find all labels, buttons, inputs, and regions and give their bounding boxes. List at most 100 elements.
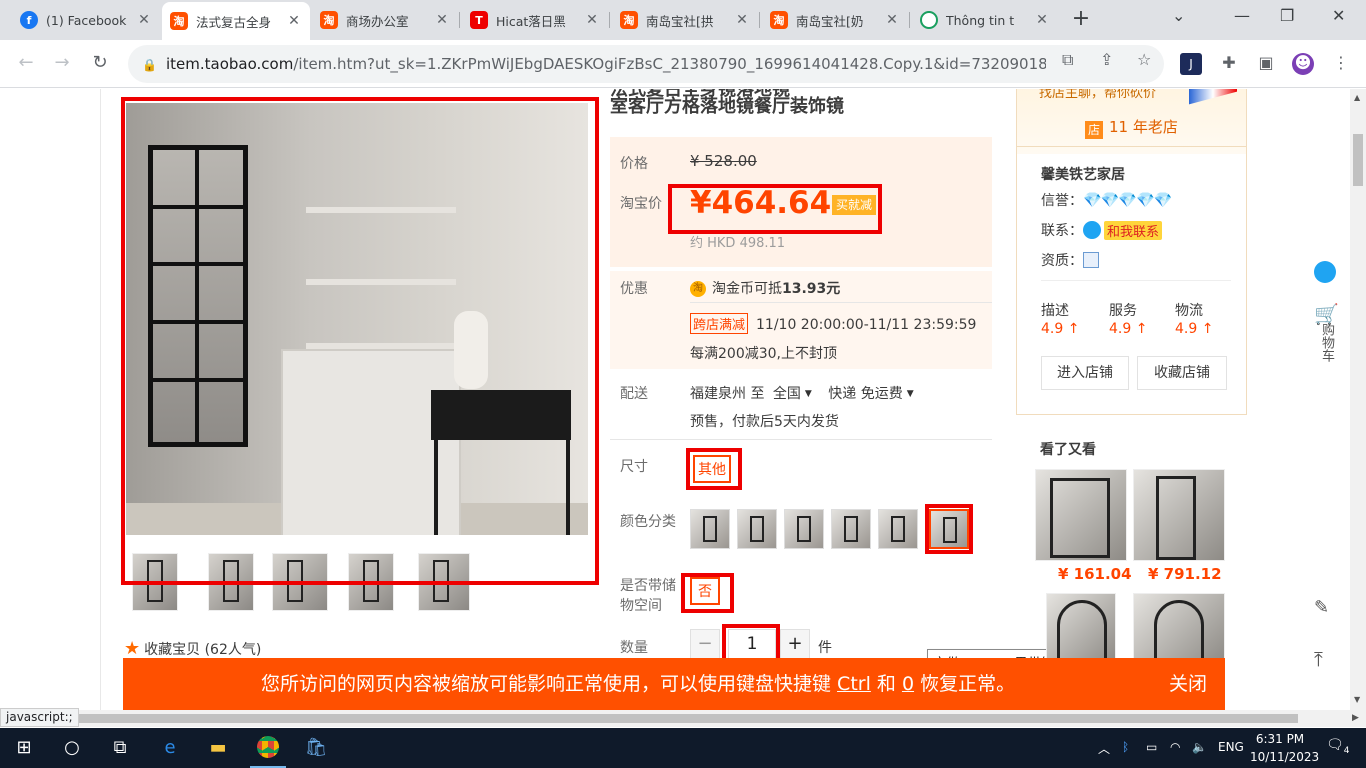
aliwangwang-icon[interactable] xyxy=(1083,221,1101,239)
puzzle-icon[interactable]: ✚ xyxy=(1218,53,1240,75)
search-icon[interactable]: ○ xyxy=(60,736,84,760)
promo-label: 优惠 xyxy=(620,281,648,297)
tab-search-icon[interactable]: ⌄ xyxy=(1172,6,1185,25)
share-icon[interactable]: ⇪ xyxy=(1100,50,1113,69)
horizontal-scrollbar[interactable]: ▶ xyxy=(0,710,1366,727)
vertical-scrollbar[interactable]: ▲ ▼ xyxy=(1350,89,1366,710)
tab-tmall[interactable]: T Hicat落日黑 ✕ xyxy=(462,4,608,36)
storage-option-no[interactable]: 否 xyxy=(690,577,720,605)
language-indicator[interactable]: ENG xyxy=(1218,740,1244,754)
close-tab-icon[interactable]: ✕ xyxy=(286,13,302,29)
product-title: 室客厅方格落地镜餐厅装饰镜 xyxy=(610,96,844,117)
restore-icon[interactable]: ❐ xyxy=(1280,6,1294,25)
recommend-item-1[interactable] xyxy=(1035,469,1127,561)
task-view-icon[interactable]: ⧉ xyxy=(108,736,132,760)
banner-close-button[interactable]: 关闭 xyxy=(1169,658,1207,710)
taobao-icon: 淘 xyxy=(170,12,188,30)
minimize-icon[interactable]: — xyxy=(1234,6,1250,25)
color-swatch-6-selected[interactable] xyxy=(929,509,969,549)
cart-sidebar[interactable]: 🛒 购物车 xyxy=(1314,304,1339,362)
shop-name[interactable]: 馨美铁艺家居 xyxy=(1041,164,1125,184)
promo-rule: 每满200减30,上不封顶 xyxy=(690,346,837,362)
customer-service-icon[interactable] xyxy=(1314,261,1336,287)
file-explorer-icon[interactable]: ▬ xyxy=(206,736,230,760)
translate-icon[interactable]: ⧉ xyxy=(1062,50,1073,70)
edge-icon[interactable]: e xyxy=(158,736,182,760)
thumbnail-3[interactable] xyxy=(272,553,328,611)
buy-discount-tag[interactable]: 买就减 xyxy=(832,195,877,215)
recommend-item-3[interactable] xyxy=(1046,593,1116,663)
browser-toolbar: ← → ↻ 🔒 item.taobao.com/item.htm?ut_sk=1… xyxy=(0,40,1366,88)
recommend-item-4[interactable] xyxy=(1133,593,1225,663)
collect-shop-button[interactable]: 收藏店铺 xyxy=(1137,356,1227,390)
profile-avatar[interactable]: ☻ xyxy=(1292,53,1314,75)
tab-taobao-4[interactable]: 淘 南岛宝社[奶 ✕ xyxy=(762,4,908,36)
tray-chevron-icon[interactable]: ︿ xyxy=(1098,740,1110,757)
feedback-pen-icon[interactable]: ✎ xyxy=(1314,597,1329,618)
favorite-item-link[interactable]: ★ 收藏宝贝 (62人气) xyxy=(124,638,261,659)
menu-kebab-icon[interactable]: ⋮ xyxy=(1330,53,1352,75)
horizontal-scroll-thumb[interactable] xyxy=(72,714,1298,723)
bookmark-star-icon[interactable]: ☆ xyxy=(1137,50,1151,69)
thumbnail-4[interactable] xyxy=(348,553,394,611)
quantity-input[interactable]: 1 xyxy=(728,629,776,659)
color-swatch-4[interactable] xyxy=(831,509,871,549)
approx-hkd-price: 约 HKD 498.11 xyxy=(690,236,786,251)
close-tab-icon[interactable]: ✕ xyxy=(584,12,600,28)
thumbnail-1[interactable] xyxy=(132,553,178,611)
thumbnail-2[interactable] xyxy=(208,553,254,611)
close-tab-icon[interactable]: ✕ xyxy=(884,12,900,28)
page-viewport: ★ 收藏宝贝 (62人气) 法式复古全身镜落地镜 室客厅方格落地镜餐厅装饰镜 价… xyxy=(0,89,1350,710)
color-swatch-1[interactable] xyxy=(690,509,730,549)
tab-taobao-3[interactable]: 淘 南岛宝社[拱 ✕ xyxy=(612,4,758,36)
enter-shop-button[interactable]: 进入店铺 xyxy=(1041,356,1129,390)
globe-icon xyxy=(920,11,938,29)
color-swatch-5[interactable] xyxy=(878,509,918,549)
tab-facebook[interactable]: f (1) Facebook ✕ xyxy=(12,4,160,36)
bluetooth-icon[interactable]: ᛒ xyxy=(1122,740,1129,754)
close-tab-icon[interactable]: ✕ xyxy=(434,12,450,28)
notification-icon[interactable]: 🗨4 xyxy=(1326,737,1350,756)
contact-seller-button[interactable]: 和我联系 xyxy=(1104,220,1163,240)
side-panel-icon[interactable]: ▣ xyxy=(1255,53,1277,75)
new-tab-button[interactable]: + xyxy=(1070,8,1092,30)
delivery-method-select[interactable]: 快递 免运费 ▼ xyxy=(828,386,913,402)
shop-contact: 联系： 和我联系 xyxy=(1041,220,1163,240)
reload-icon[interactable]: ↻ xyxy=(88,52,112,73)
taobao-icon: 淘 xyxy=(770,11,788,29)
extension-icon[interactable]: J xyxy=(1180,53,1202,75)
color-swatch-2[interactable] xyxy=(737,509,777,549)
tab-taobao-2[interactable]: 淘 商场办公室 ✕ xyxy=(312,4,458,36)
windows-start-icon[interactable]: ⊞ xyxy=(12,736,36,760)
close-tab-icon[interactable]: ✕ xyxy=(734,12,750,28)
battery-icon[interactable]: ▭ xyxy=(1146,740,1157,754)
tab-taobao-active[interactable]: 淘 法式复古全身 ✕ xyxy=(162,2,310,40)
tab-thongtin[interactable]: Thông tin t ✕ xyxy=(912,4,1058,36)
clock[interactable]: 6:31 PM 10/11/2023 xyxy=(1250,730,1319,766)
color-swatch-3[interactable] xyxy=(784,509,824,549)
main-product-image[interactable] xyxy=(126,103,588,535)
wifi-icon[interactable]: ◠ xyxy=(1170,740,1180,754)
taobao-icon: 淘 xyxy=(320,11,338,29)
close-window-icon[interactable]: ✕ xyxy=(1332,6,1345,25)
address-bar[interactable]: 🔒 item.taobao.com/item.htm?ut_sk=1.ZKrPm… xyxy=(128,45,1164,83)
quantity-increment-button[interactable]: + xyxy=(780,629,810,659)
forward-arrow-icon[interactable]: → xyxy=(50,52,74,73)
thumbnail-5[interactable] xyxy=(418,553,470,611)
qualification-icon[interactable] xyxy=(1083,252,1099,268)
recommend-item-2[interactable] xyxy=(1133,469,1225,561)
quantity-decrement-button[interactable]: − xyxy=(690,629,720,659)
shop-age: 店 11 年老店 xyxy=(1085,116,1178,139)
vertical-scroll-thumb[interactable] xyxy=(1353,134,1363,186)
store-icon[interactable]: 🛍 xyxy=(304,736,328,760)
tab-separator xyxy=(909,12,910,28)
close-tab-icon[interactable]: ✕ xyxy=(136,12,152,28)
back-arrow-icon[interactable]: ← xyxy=(14,52,38,73)
back-to-top-icon[interactable]: ⤒ xyxy=(1314,647,1323,671)
size-option-other[interactable]: 其他 xyxy=(693,455,731,483)
shop-credit: 信誉： 💎💎💎💎💎 xyxy=(1041,191,1172,209)
close-tab-icon[interactable]: ✕ xyxy=(1034,12,1050,28)
chrome-icon[interactable] xyxy=(256,736,280,760)
volume-icon[interactable]: 🔈 xyxy=(1192,740,1207,754)
delivery-destination-select[interactable]: 全国 ▼ xyxy=(773,386,812,402)
